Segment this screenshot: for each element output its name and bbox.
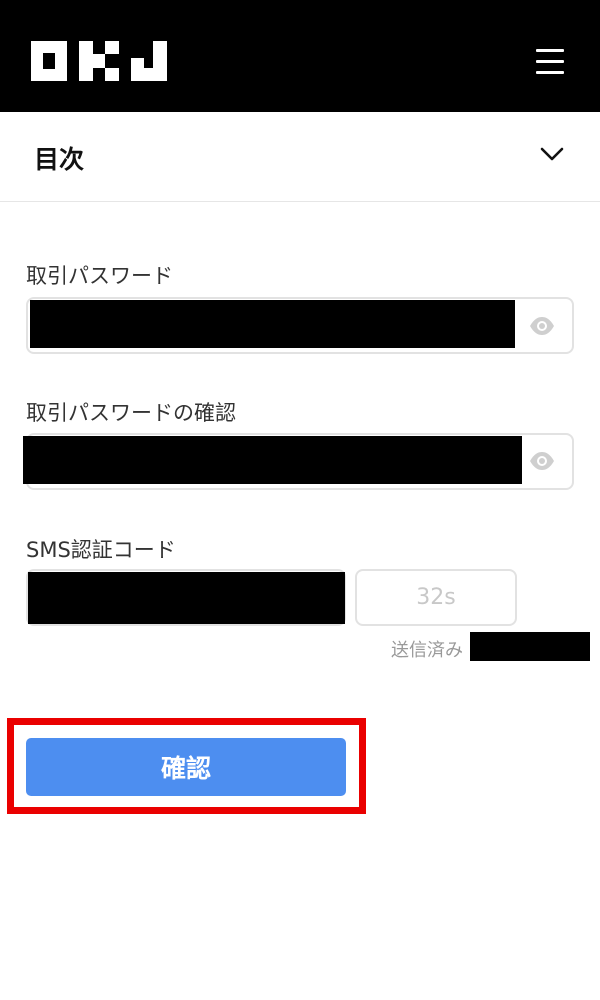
redacted-password-confirm-value — [23, 436, 522, 484]
redacted-phone-number — [470, 632, 590, 661]
chevron-down-icon[interactable] — [540, 146, 564, 162]
table-of-contents-toggle[interactable] — [0, 112, 600, 202]
resend-countdown: 32s — [416, 585, 456, 610]
redacted-password-value — [30, 300, 515, 348]
sent-status-text: 送信済み — [391, 640, 463, 661]
confirm-button[interactable]: 確認 — [26, 738, 346, 796]
eye-icon[interactable] — [529, 451, 555, 471]
sms-code-label: SMS認証コード — [26, 538, 176, 562]
top-header — [0, 0, 600, 112]
resend-code-button[interactable]: 32s — [355, 569, 517, 626]
hamburger-menu-icon[interactable] — [536, 49, 564, 75]
okj-logo[interactable] — [31, 41, 167, 81]
toc-title: 目次 — [34, 145, 85, 174]
password-label: 取引パスワード — [26, 264, 173, 288]
redacted-sms-code-value — [28, 572, 345, 624]
password-confirm-label: 取引パスワードの確認 — [26, 401, 236, 425]
eye-icon[interactable] — [529, 316, 555, 336]
